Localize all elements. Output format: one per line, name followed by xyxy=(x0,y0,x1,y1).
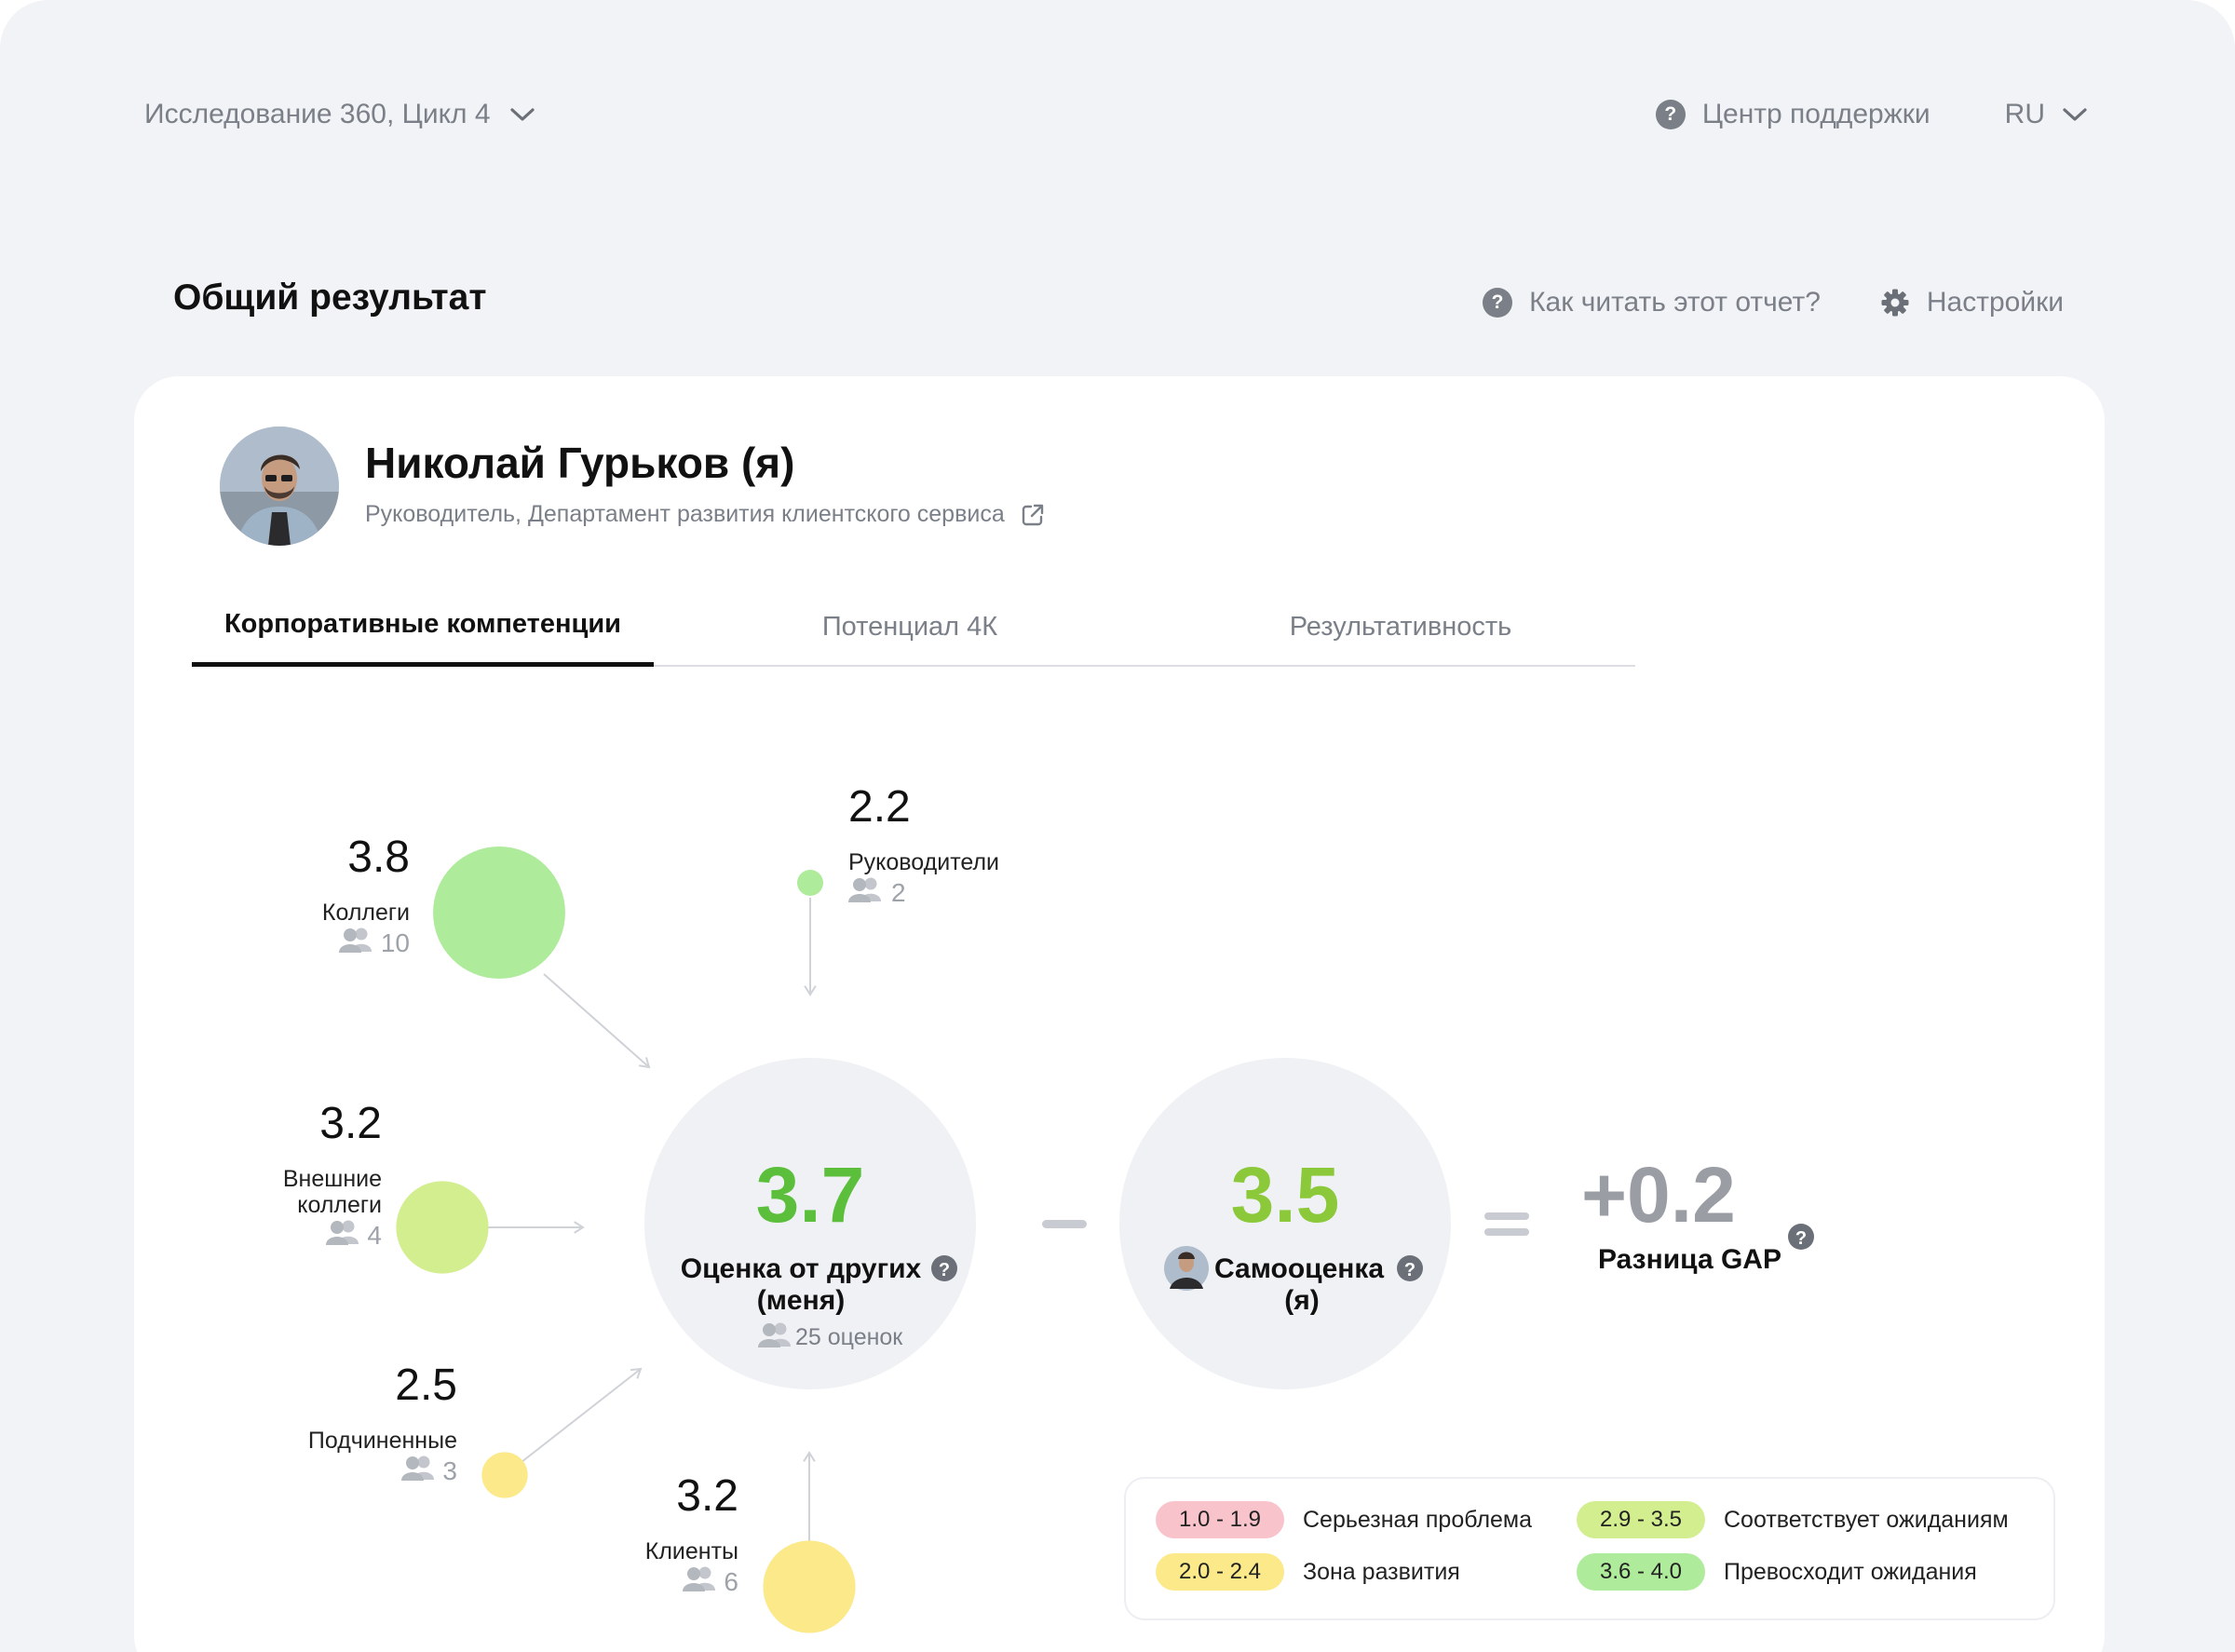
legend-item: 3.6 - 4.0 Превосходит ожидания xyxy=(1577,1553,1977,1591)
people-icon xyxy=(848,877,881,902)
title-actions: ? Как читать этот отчет? Настройки xyxy=(1483,281,2064,324)
group-bubble-2 xyxy=(797,870,823,896)
how-to-read-label: Как читать этот отчет? xyxy=(1529,287,1821,318)
group-bubble-1 xyxy=(433,846,565,979)
result-card: Николай Гурьков (я) Руководитель, Департ… xyxy=(134,376,2105,1652)
legend-range-chip: 2.0 - 2.4 xyxy=(1156,1553,1284,1591)
support-center-label: Центр поддержки xyxy=(1701,99,1930,129)
settings-button[interactable]: Настройки xyxy=(1880,287,2064,318)
legend-label: Серьезная проблема xyxy=(1303,1506,1533,1533)
legend-label: Зона развития xyxy=(1303,1558,1460,1585)
group-bubble-4 xyxy=(481,1452,528,1498)
help-icon-glyph: ? xyxy=(939,1260,950,1280)
settings-label: Настройки xyxy=(1926,287,2064,318)
legend-item: 2.0 - 2.4 Зона развития xyxy=(1156,1553,1460,1591)
topbar-actions: ? Центр поддержки RU xyxy=(1655,93,2088,136)
group-score: 2.5 xyxy=(395,1361,457,1410)
connector-line xyxy=(521,1368,642,1463)
legend-label: Превосходит ожидания xyxy=(1724,1558,1977,1585)
gap-label: Разница GAP xyxy=(1598,1244,1781,1275)
group-label: Коллеги xyxy=(322,900,410,926)
app-frame: Исследование 360, Цикл 4 ? Центр поддерж… xyxy=(0,0,2235,1652)
others-score: 3.7 xyxy=(756,1151,865,1239)
language-selector[interactable]: RU xyxy=(2005,99,2088,130)
respondent-count: 10 xyxy=(381,928,410,957)
people-icon xyxy=(339,928,372,953)
group-bubble-5 xyxy=(763,1540,856,1633)
help-icon-glyph: ? xyxy=(1795,1228,1807,1249)
others-label-line-2: (меня) xyxy=(757,1285,845,1316)
language-label: RU xyxy=(2004,99,2045,129)
gear-icon xyxy=(1881,289,1909,317)
how-to-read-link[interactable]: ? Как читать этот отчет? xyxy=(1483,287,1821,318)
group-score: 2.2 xyxy=(848,782,911,832)
respondent-count: 6 xyxy=(724,1567,738,1596)
group-label: коллеги xyxy=(297,1192,382,1218)
respondent-count: 2 xyxy=(891,878,906,907)
help-icon: ? xyxy=(1483,288,1513,318)
legend-range-chip: 1.0 - 1.9 xyxy=(1156,1501,1284,1538)
group-label: Подчиненные xyxy=(308,1428,457,1454)
gap-value: +0.2 xyxy=(1581,1151,1736,1239)
people-icon xyxy=(326,1220,359,1245)
equals-sign-top xyxy=(1484,1212,1529,1220)
legend-item: 2.9 - 3.5 Соответствует ожиданиям xyxy=(1577,1501,2009,1538)
group-score: 3.8 xyxy=(347,833,410,882)
legend-item: 1.0 - 1.9 Серьезная проблема xyxy=(1156,1501,1532,1538)
support-center-link[interactable]: ? Центр поддержки xyxy=(1655,99,1930,130)
chevron-down-icon xyxy=(2063,108,2087,121)
self-label: Самооценка xyxy=(1214,1253,1384,1284)
group-label: Руководители xyxy=(848,849,999,875)
connector-line xyxy=(543,973,650,1068)
rating-bubble-chart: 3.8 Коллеги10 2.2 Руководители 2 3.2 Внешниеко… xyxy=(283,782,1814,1633)
people-icon xyxy=(401,1456,434,1481)
chevron-down-icon xyxy=(509,108,535,121)
equals-sign-bottom xyxy=(1484,1228,1529,1236)
self-label-line-2: (я) xyxy=(1284,1285,1320,1316)
others-label: Оценка от других xyxy=(681,1253,922,1284)
self-score: 3.5 xyxy=(1231,1151,1340,1239)
page-title: Общий результат xyxy=(173,278,487,318)
group-label: Клиенты xyxy=(645,1538,738,1564)
group-score: 3.2 xyxy=(319,1099,382,1148)
minus-sign xyxy=(1042,1220,1087,1228)
group-bubble-3 xyxy=(396,1181,489,1274)
study-selector-label: Исследование 360, Цикл 4 xyxy=(144,99,491,129)
group-score: 3.2 xyxy=(676,1471,738,1521)
others-count: 25 оценок xyxy=(795,1324,903,1350)
people-icon xyxy=(683,1566,715,1591)
group-label: Внешние xyxy=(283,1166,382,1192)
help-icon-glyph: ? xyxy=(1404,1260,1416,1280)
respondent-count: 3 xyxy=(442,1456,457,1485)
self-avatar xyxy=(1164,1246,1209,1291)
legend-range-chip: 3.6 - 4.0 xyxy=(1577,1553,1705,1591)
help-icon: ? xyxy=(1655,100,1686,129)
legend-range-chip: 2.9 - 3.5 xyxy=(1577,1501,1705,1538)
study-selector[interactable]: Исследование 360, Цикл 4 xyxy=(144,93,535,136)
legend-label: Соответствует ожиданиям xyxy=(1724,1506,2009,1533)
score-legend: 1.0 - 1.9 Серьезная проблема 2.0 - 2.4 З… xyxy=(1124,1477,2055,1620)
respondent-count: 4 xyxy=(367,1221,382,1250)
